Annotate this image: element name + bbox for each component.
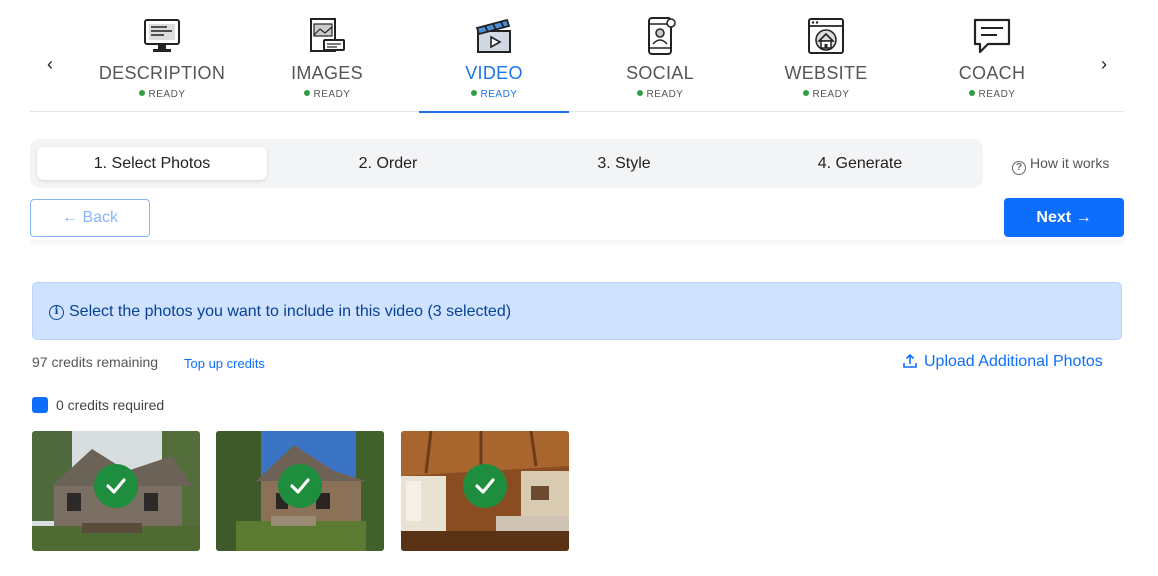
- nav-label: SOCIAL: [626, 63, 694, 83]
- nav-status: READY: [942, 89, 1042, 100]
- nav-status: READY: [272, 89, 382, 100]
- next-label: Next: [1036, 209, 1072, 226]
- nav-item-social[interactable]: SOCIAL READY: [605, 0, 715, 112]
- nav-item-video[interactable]: VIDEO READY: [419, 0, 569, 113]
- nav-item-description[interactable]: DESCRIPTION READY: [92, 0, 232, 112]
- nav-item-website[interactable]: WEBSITE READY: [761, 0, 891, 112]
- step-select-photos[interactable]: 1. Select Photos: [37, 147, 267, 180]
- step-order[interactable]: 2. Order: [273, 147, 503, 180]
- nav-status: READY: [419, 89, 569, 100]
- wizard-stepper: 1. Select Photos 2. Order 3. Style 4. Ge…: [30, 139, 983, 188]
- ready-dot: [802, 90, 809, 96]
- how-it-works-link[interactable]: ? How it works: [1012, 155, 1109, 175]
- nav-next-arrow[interactable]: ›: [1094, 52, 1114, 76]
- step-generate[interactable]: 4. Generate: [745, 147, 975, 180]
- images-icon: [310, 18, 345, 52]
- nav-label: WEBSITE: [784, 63, 868, 83]
- photo-thumbnail[interactable]: [32, 431, 200, 551]
- nav-status-text: READY: [480, 89, 518, 100]
- selected-check-icon: [94, 464, 138, 508]
- back-button[interactable]: ← Back: [30, 199, 150, 237]
- ready-dot: [470, 90, 477, 96]
- top-navigation: ‹ DESCRIPTION READY IMAGES READY VIDEO R…: [30, 0, 1124, 113]
- info-text: Select the photos you want to include in…: [69, 303, 512, 320]
- divider: [30, 240, 1124, 248]
- nav-item-coach[interactable]: COACH READY: [942, 0, 1042, 112]
- nav-label: IMAGES: [291, 63, 363, 83]
- top-up-credits-link[interactable]: Top up credits: [184, 356, 265, 371]
- nav-status: READY: [605, 89, 715, 100]
- nav-status-text: READY: [148, 89, 186, 100]
- credits-remaining: 97 credits remaining: [32, 354, 159, 370]
- back-label: Back: [82, 209, 119, 226]
- ready-dot: [138, 90, 145, 96]
- credits-required-text: 0 credits required: [56, 397, 165, 413]
- upload-icon: [903, 353, 917, 368]
- monitor-icon: [144, 19, 180, 52]
- nav-status-text: READY: [313, 89, 351, 100]
- arrow-right-icon: →: [1075, 209, 1092, 226]
- step-style[interactable]: 3. Style: [509, 147, 739, 180]
- how-it-works-text: How it works: [1030, 155, 1110, 171]
- question-icon: ?: [1012, 161, 1026, 175]
- website-icon: [808, 18, 844, 54]
- nav-status-text: READY: [646, 89, 684, 100]
- nav-item-images[interactable]: IMAGES READY: [272, 0, 382, 112]
- upload-photos-button[interactable]: Upload Additional Photos: [902, 353, 1103, 371]
- active-tab-underline: [419, 111, 569, 113]
- smartphone-icon: [648, 17, 676, 55]
- nav-label: COACH: [958, 63, 1026, 83]
- arrow-left-icon: ←: [61, 209, 78, 226]
- ready-dot: [968, 90, 975, 96]
- upload-label: Upload Additional Photos: [924, 353, 1103, 370]
- selected-check-icon: [278, 464, 322, 508]
- info-icon: i: [49, 305, 64, 320]
- ready-dot: [303, 90, 310, 96]
- next-button[interactable]: Next →: [1004, 198, 1124, 237]
- nav-label: VIDEO: [465, 63, 523, 83]
- nav-prev-arrow[interactable]: ‹: [40, 52, 60, 76]
- nav-status-text: READY: [812, 89, 850, 100]
- info-banner: i Select the photos you want to include …: [32, 282, 1122, 340]
- chat-icon: [973, 18, 1011, 54]
- nav-status-text: READY: [978, 89, 1016, 100]
- nav-status: READY: [761, 89, 891, 100]
- selected-check-icon: [463, 464, 507, 508]
- nav-status: READY: [92, 89, 232, 100]
- photo-thumbnail[interactable]: [216, 431, 384, 551]
- ready-dot: [636, 90, 643, 96]
- clapperboard-icon: [475, 18, 511, 53]
- credits-required-checkbox[interactable]: [32, 397, 48, 413]
- photo-thumbnail[interactable]: [401, 431, 569, 551]
- nav-label: DESCRIPTION: [98, 63, 226, 83]
